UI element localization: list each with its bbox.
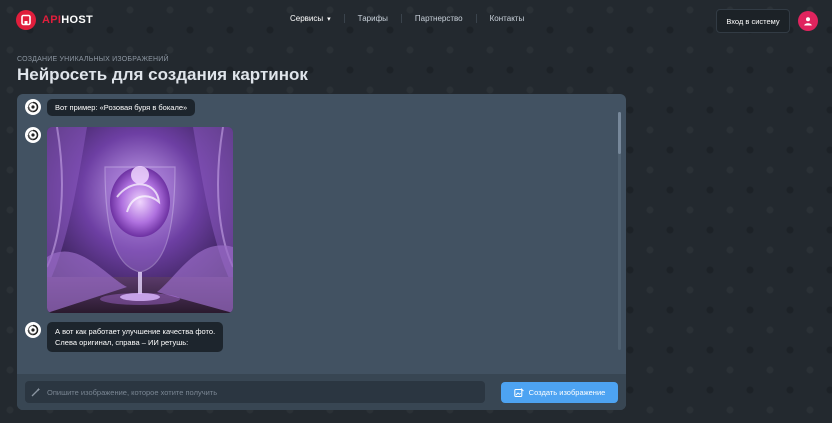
chat-panel: Вот пример: «Розовая буря в бокале» А во… [17,94,626,410]
bot-avatar-icon [25,127,41,143]
page-title: Нейросеть для создания картинок [17,65,308,84]
chevron-down-icon: ▾ [327,15,331,23]
bot-avatar-icon [25,322,41,338]
create-image-button[interactable]: Создать изображение [501,382,618,403]
nav-item-label: Партнерство [414,14,463,23]
chat-message-line: Слева оригинал, справа – ИИ ретушь: [55,338,189,347]
generated-image[interactable] [47,127,233,313]
apihost-logo-icon [16,10,36,30]
chat-message-line: А вот как работает улучшение качества фо… [55,327,216,336]
nav-item-partnership[interactable]: Партнерство [400,14,476,23]
nav-item-contacts[interactable]: Контакты [475,14,538,23]
chat-message: А вот как работает улучшение качества фо… [47,322,224,352]
image-edit-icon [513,387,524,397]
nav-item-label: Контакты [489,14,525,23]
wine-glass-image-icon [47,127,233,313]
bot-avatar-icon [25,99,41,115]
prompt-input[interactable] [47,386,469,398]
prompt-bar: Создать изображение [17,374,626,410]
logo-text: APIHOST [42,14,94,26]
nav-item-services[interactable]: Сервисы ▾ [284,14,344,23]
login-button[interactable]: Вход в систему [716,9,790,33]
login-area: Вход в систему [716,9,818,33]
magic-wand-icon [25,387,47,397]
create-image-label: Создать изображение [528,388,606,397]
main-nav: Сервисы ▾ Тарифы Партнерство Контакты [284,14,537,23]
user-icon[interactable] [798,11,818,31]
scrollbar-thumb[interactable] [618,112,621,154]
prompt-input-wrapper [25,381,485,403]
logo[interactable]: APIHOST [16,10,93,30]
chat-message: Вот пример: «Розовая буря в бокале» [47,99,196,116]
page-subtitle: Создание уникальных изображений [17,56,169,63]
nav-item-label: Тарифы [357,14,388,23]
nav-item-label: Сервисы [290,14,324,23]
nav-item-pricing[interactable]: Тарифы [343,14,401,23]
